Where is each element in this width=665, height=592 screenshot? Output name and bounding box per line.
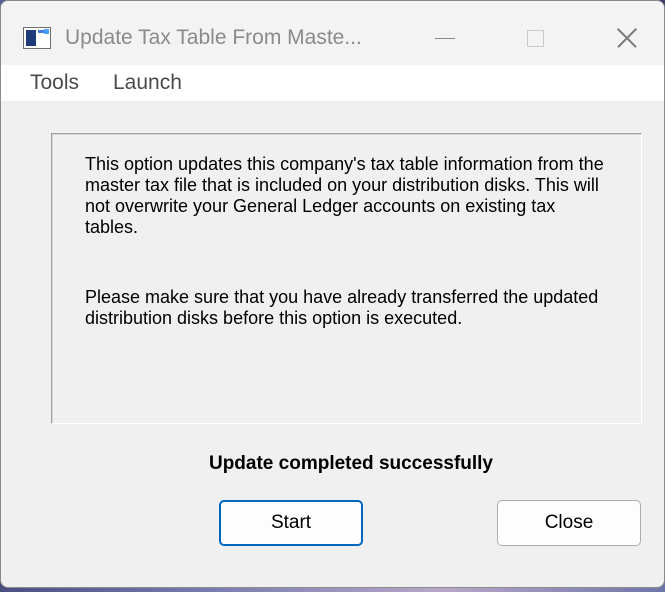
close-window-button[interactable] (595, 15, 659, 61)
close-icon (617, 28, 637, 48)
minimize-icon (435, 37, 455, 39)
menu-bar: Tools Launch (1, 65, 664, 101)
info-panel: This option updates this company's tax t… (51, 133, 642, 424)
menu-item-launch[interactable]: Launch (113, 71, 182, 95)
maximize-icon (526, 29, 544, 47)
window-title: Update Tax Table From Maste... (65, 26, 362, 49)
status-message: Update completed successfully (208, 453, 494, 474)
start-button[interactable]: Start (219, 500, 363, 546)
maximize-button[interactable] (503, 15, 567, 61)
dialog-window: Update Tax Table From Maste... Tools Lau… (0, 0, 665, 588)
app-icon (23, 27, 51, 49)
minimize-button[interactable] (413, 15, 477, 61)
title-bar[interactable]: Update Tax Table From Maste... (1, 1, 664, 65)
info-paragraph-1: This option updates this company's tax t… (85, 154, 604, 237)
info-paragraph-2: Please make sure that you have already t… (85, 287, 599, 328)
menu-item-tools[interactable]: Tools (30, 71, 79, 95)
close-button[interactable]: Close (497, 500, 641, 546)
